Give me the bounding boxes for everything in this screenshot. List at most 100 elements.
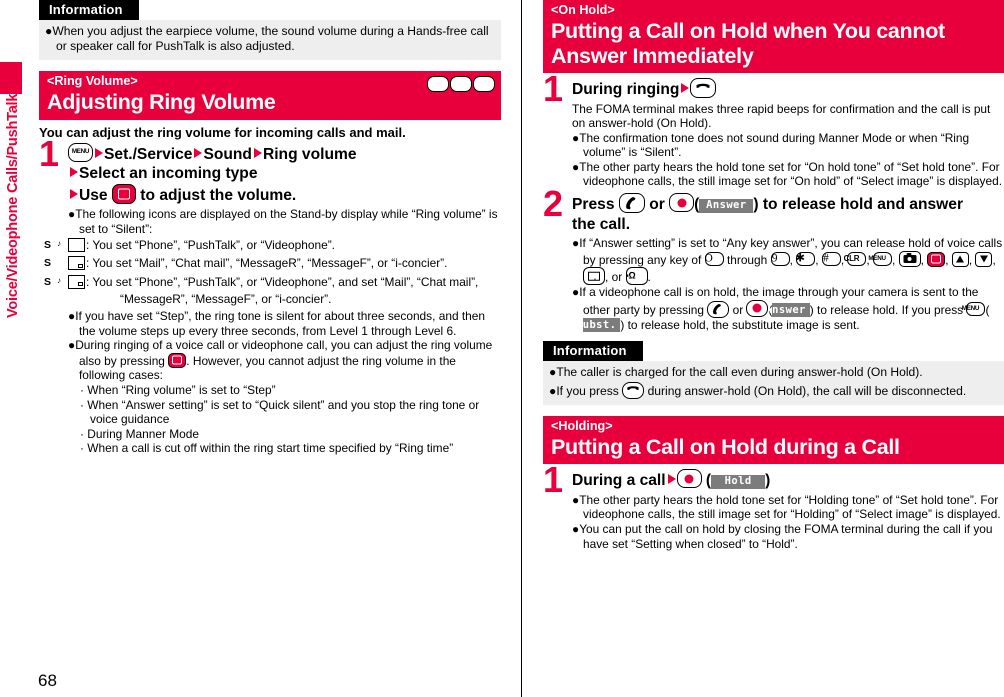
information-bullet: ●If you press during answer-hold (On Hol… (549, 381, 967, 399)
number-key-9-icon: 9 (770, 251, 790, 266)
sub-item: · When “Answer setting” is set to “Quick… (80, 397, 480, 427)
icon-definition-row: S ♪: You set “Phone”, “PushTalk”, or “Vid… (44, 274, 501, 308)
note-bullet: ●The following icons are displayed on th… (68, 207, 498, 236)
sub-item: · During Manner Mode (80, 426, 199, 441)
volume-up-key-icon (951, 251, 969, 267)
number-key-5-icon: 5 (450, 76, 472, 93)
step-body-text: The FOMA terminal makes three rapid beep… (572, 101, 991, 131)
step-1-notes: ●The following icons are displayed on th… (44, 207, 501, 456)
icon-definition-row: S: You set “Mail”, “Chat mail”, “Message… (44, 256, 448, 271)
silent-mail-icon: S (44, 256, 85, 271)
mail-key-icon (583, 267, 605, 286)
section-lead-text: You can adjust the ring volume for incom… (39, 124, 406, 140)
step-1-notes: ●The other party hears the hold tone set… (572, 493, 1004, 551)
note-bullet: ●If you have set “Step”, the ring tone i… (68, 309, 486, 338)
menu-key-icon: MENU (427, 76, 449, 93)
column-divider (521, 0, 523, 697)
number-key-0-icon: O (704, 251, 724, 266)
silent-phone-icon: S ♪ (44, 237, 85, 252)
section-header-holding: <Holding> Putting a Call on Hold during … (543, 415, 1004, 465)
i-mode-key-icon: ▪Ω (625, 267, 648, 286)
handset-down-icon (696, 83, 710, 88)
softkey-subst-label: Subst. (576, 318, 621, 333)
hash-key-icon: # (821, 251, 841, 266)
right-column: <On Hold> Putting a Call on Hold when Yo… (543, 0, 1004, 551)
center-select-key-icon (676, 469, 702, 489)
information-bullet: ●The caller is charged for the call even… (549, 365, 923, 380)
section-subtitle: <On Hold> (551, 3, 615, 17)
silent-both-icon: S ♪ (44, 274, 85, 289)
softkey-answer-label: Answer (699, 198, 754, 213)
note-bullet: ●The confirmation tone does not sound du… (572, 130, 970, 160)
step-1-on-hold: 1 During ringing The FOMA terminal makes… (543, 71, 1004, 190)
section-title: Putting a Call on Hold during a Call (551, 434, 900, 459)
step-title: During ringing (572, 78, 1004, 100)
icon-definition-row: S ♪: You set “Phone”, “PushTalk”, or “Vid… (44, 237, 335, 252)
softkey-hold-label: Hold (711, 474, 766, 489)
section-header-ring-volume: <Ring Volume> Adjusting Ring Volume MENU… (39, 71, 501, 120)
center-select-key-icon (669, 193, 695, 213)
information-box-on-hold: Information ●The caller is charged for t… (543, 341, 1004, 405)
information-heading: Information (39, 0, 139, 20)
handset-up-icon (713, 304, 722, 315)
note-bullet: ●The other party hears the hold tone set… (572, 492, 1001, 522)
arrow-icon (253, 147, 262, 158)
side-tab-label: Voice/Videophone Calls/PushTalk (5, 93, 21, 318)
information-bullet: ●When you adjust the earpiece volume, th… (45, 24, 489, 54)
step-title: During a call (Hold) (572, 469, 1004, 491)
note-bullet: ●The other party hears the hold tone set… (572, 159, 1003, 189)
step-number: 1 (543, 68, 564, 109)
softkey-answer-label: Answer (765, 303, 810, 318)
information-body: ●When you adjust the earpiece volume, th… (39, 20, 501, 61)
step-title-line2: the call. (572, 215, 631, 233)
volume-down-key-icon (975, 251, 993, 267)
arrow-icon (70, 167, 78, 178)
information-box-top: Information ●When you adjust the earpiec… (39, 0, 501, 61)
step-title: MENU Set./Service Sound Ring volume Select … (68, 142, 501, 206)
note-bullet-multi-key: ●During ringing of a voice call or video… (68, 338, 493, 383)
section-title: Adjusting Ring Volume (47, 90, 276, 115)
multi-direction-key-icon (168, 352, 187, 368)
sub-item: · When “Ring volume” is set to “Step” (80, 383, 276, 398)
end-call-key-icon (690, 78, 717, 98)
step-1-holding: 1 During a call (Hold) ●The other party … (543, 462, 1004, 551)
section-key-shortcut: MENU 5 0 (427, 76, 495, 93)
clear-key-icon: CLR (844, 251, 867, 266)
arrow-icon (95, 147, 103, 158)
manual-page: Voice/Videophone Calls/PushTalk 68 Infor… (0, 0, 1004, 697)
multi-direction-key-icon (111, 183, 136, 204)
step-number: 1 (39, 132, 60, 174)
step-1-notes: The FOMA terminal makes three rapid beep… (572, 102, 1004, 190)
sub-item: · When a call is cut off within the ring… (80, 441, 454, 456)
page-number: 68 (38, 671, 57, 690)
section-subtitle: <Holding> (551, 418, 613, 433)
menu-key-icon: MENU (962, 301, 986, 316)
information-body: ●The caller is charged for the call even… (543, 361, 1004, 405)
step-1-ring-volume: 1 MENU Set./Service Sound Ring volume Selec… (39, 135, 501, 456)
arrow-icon (194, 147, 203, 158)
section-header-on-hold: <On Hold> Putting a Call on Hold when Yo… (543, 0, 1004, 73)
step-title: Press or (Answer) to release hold and an… (572, 193, 1004, 234)
center-select-key-icon (746, 299, 769, 317)
step-2-notes: ●If “Answer setting” is set to “Any key … (572, 236, 1004, 333)
step-number: 1 (543, 459, 564, 501)
arrow-icon (70, 188, 78, 199)
step-number: 2 (543, 183, 564, 225)
section-title: Putting a Call on Hold when You cannot A… (551, 19, 945, 68)
icon-definition-continuation: “MessageR”, “MessageF”, or “i-concier”. (120, 291, 332, 306)
multi-direction-key-icon (927, 251, 946, 267)
left-column: Information ●When you adjust the earpiec… (39, 0, 501, 456)
menu-key-icon: MENU (68, 142, 93, 162)
end-call-key-icon (622, 381, 645, 399)
note-bullet-videophone: ●If a videophone call is on hold, the im… (572, 285, 990, 333)
number-key-0-icon: 0 (473, 76, 495, 93)
menu-key-icon: MENU (868, 251, 893, 266)
asterisk-key-icon: ✱ (795, 251, 816, 266)
camera-key-icon (898, 250, 921, 267)
handset-up-icon (626, 197, 636, 210)
call-key-icon (707, 300, 730, 318)
information-heading: Information (543, 341, 643, 362)
handset-down-icon (627, 386, 639, 390)
call-key-icon (618, 193, 645, 214)
note-bullet-any-key: ●If “Answer setting” is set to “Any key … (572, 236, 1003, 286)
